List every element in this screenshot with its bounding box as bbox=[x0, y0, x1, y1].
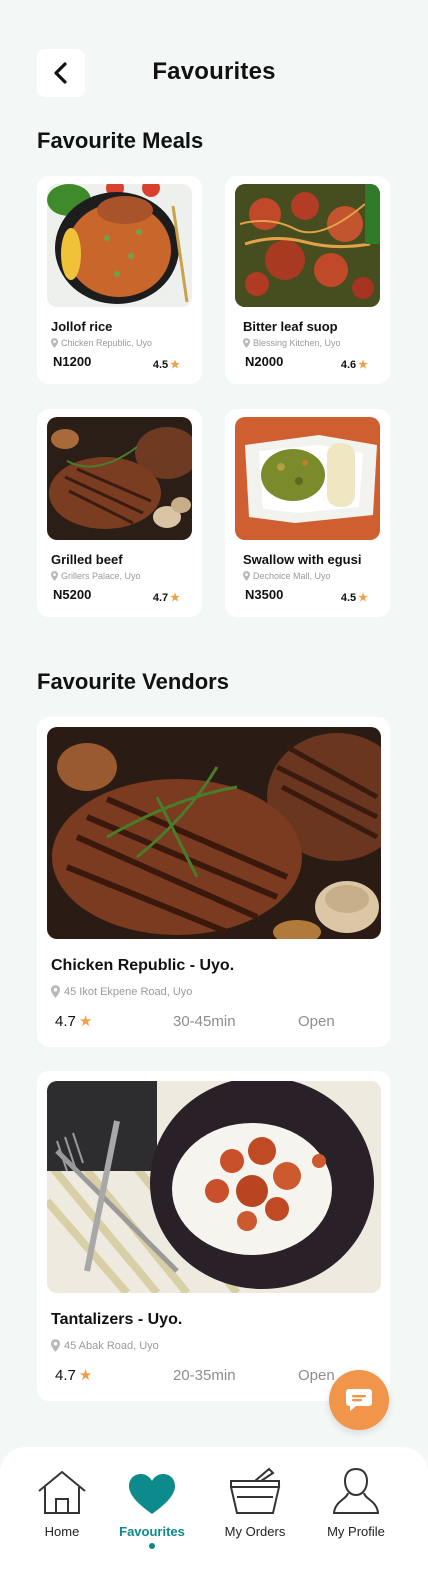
star-icon: ★ bbox=[78, 1367, 93, 1384]
meal-rating-value: 4.5 bbox=[340, 591, 357, 604]
meal-rating: 4.7 ★ bbox=[152, 591, 180, 605]
vendor-card[interactable]: Tantalizers - Uyo. 45 Abak Road, Uyo 4.7… bbox=[37, 1071, 390, 1401]
meal-rating-value: 4.6 bbox=[340, 358, 357, 371]
meal-vendor: Dechoice Mall, Uyo bbox=[243, 571, 331, 581]
location-pin-icon bbox=[51, 1339, 60, 1352]
meal-rating: 4.6 ★ bbox=[340, 358, 368, 372]
nav-label-home: Home bbox=[44, 1524, 80, 1539]
meal-image bbox=[235, 184, 380, 307]
vendor-image bbox=[47, 1081, 381, 1293]
nav-my-orders[interactable]: My Orders bbox=[205, 1467, 305, 1539]
home-icon bbox=[38, 1470, 86, 1514]
vendor-rating-value: 4.7 bbox=[55, 1366, 76, 1384]
meal-vendor: Grillers Palace, Uyo bbox=[51, 571, 141, 581]
delivery-time: 30-45min bbox=[173, 1013, 236, 1030]
meal-price: N1200 bbox=[53, 354, 92, 369]
vendor-name: Chicken Republic - Uyo. bbox=[51, 957, 235, 974]
nav-home[interactable]: Home bbox=[12, 1467, 112, 1539]
user-icon bbox=[333, 1467, 379, 1514]
basket-icon bbox=[229, 1467, 281, 1514]
meal-name: Jollof rice bbox=[51, 319, 113, 334]
page-title: Favourites bbox=[152, 58, 276, 85]
star-icon: ★ bbox=[78, 1013, 93, 1030]
location-pin-icon bbox=[51, 571, 58, 581]
vendor-name: Tantalizers - Uyo. bbox=[51, 1311, 183, 1328]
vendor-card[interactable]: Chicken Republic - Uyo. 45 Ikot Ekpene R… bbox=[37, 717, 390, 1047]
heart-icon bbox=[129, 1474, 175, 1514]
header: Favourites bbox=[0, 48, 428, 98]
vendor-status: Open bbox=[298, 1013, 335, 1030]
star-icon: ★ bbox=[358, 592, 368, 604]
meal-vendor-text: Grillers Palace, Uyo bbox=[61, 571, 141, 581]
favourite-meals-heading: Favourite Meals bbox=[37, 128, 204, 153]
meal-image bbox=[47, 417, 192, 540]
meal-vendor: Chicken Republic, Uyo bbox=[51, 338, 152, 348]
nav-favourites[interactable]: Favourites bbox=[102, 1467, 202, 1549]
meal-rating-value: 4.5 bbox=[152, 358, 169, 371]
vendor-address-text: 45 Abak Road, Uyo bbox=[64, 1339, 159, 1352]
vendor-rating: 4.7 ★ bbox=[55, 1366, 93, 1385]
meal-image bbox=[235, 417, 380, 540]
meal-vendor-text: Dechoice Mall, Uyo bbox=[253, 571, 331, 581]
vendor-status: Open bbox=[298, 1367, 335, 1384]
location-pin-icon bbox=[51, 985, 60, 998]
meal-image bbox=[47, 184, 192, 307]
vendor-rating: 4.7 ★ bbox=[55, 1012, 93, 1031]
meal-card[interactable]: Bitter leaf suop Blessing Kitchen, Uyo N… bbox=[225, 176, 390, 384]
active-indicator bbox=[149, 1543, 155, 1549]
meal-card[interactable]: Grilled beef Grillers Palace, Uyo N5200 … bbox=[37, 409, 202, 617]
meal-vendor-text: Blessing Kitchen, Uyo bbox=[253, 338, 341, 348]
vendor-image bbox=[47, 727, 381, 939]
star-icon: ★ bbox=[170, 592, 180, 604]
vendor-address: 45 Ikot Ekpene Road, Uyo bbox=[51, 985, 192, 998]
chat-button[interactable] bbox=[329, 1370, 389, 1430]
meal-price: N2000 bbox=[245, 354, 284, 369]
meal-name: Bitter leaf suop bbox=[243, 319, 338, 334]
location-pin-icon bbox=[243, 571, 250, 581]
vendor-rating-value: 4.7 bbox=[55, 1012, 76, 1030]
meal-rating: 4.5 ★ bbox=[340, 591, 368, 605]
nav-label-favourites: Favourites bbox=[119, 1524, 185, 1539]
meal-vendor: Blessing Kitchen, Uyo bbox=[243, 338, 341, 348]
meal-vendor-text: Chicken Republic, Uyo bbox=[61, 338, 153, 348]
favourite-vendors-heading: Favourite Vendors bbox=[37, 669, 229, 694]
location-pin-icon bbox=[51, 338, 58, 348]
bottom-navigation: Home Favourites My Orders My Profile bbox=[0, 1447, 428, 1570]
delivery-time: 20-35min bbox=[173, 1367, 236, 1384]
meal-rating: 4.5 ★ bbox=[152, 358, 180, 372]
meal-name: Swallow with egusi bbox=[243, 552, 362, 567]
meal-card[interactable]: Swallow with egusi Dechoice Mall, Uyo N3… bbox=[225, 409, 390, 617]
nav-my-profile[interactable]: My Profile bbox=[306, 1467, 406, 1539]
meal-price: N3500 bbox=[245, 587, 284, 602]
star-icon: ★ bbox=[358, 359, 368, 371]
meal-card[interactable]: Jollof rice Chicken Republic, Uyo N1200 … bbox=[37, 176, 202, 384]
star-icon: ★ bbox=[170, 359, 180, 371]
chat-icon bbox=[346, 1389, 372, 1411]
location-pin-icon bbox=[243, 338, 250, 348]
vendor-address: 45 Abak Road, Uyo bbox=[51, 1339, 159, 1352]
meal-name: Grilled beef bbox=[51, 552, 123, 567]
meal-rating-value: 4.7 bbox=[152, 591, 169, 604]
nav-label-my-profile: My Profile bbox=[327, 1524, 385, 1539]
meal-price: N5200 bbox=[53, 587, 92, 602]
nav-label-my-orders: My Orders bbox=[224, 1524, 286, 1539]
vendor-address-text: 45 Ikot Ekpene Road, Uyo bbox=[64, 985, 193, 998]
